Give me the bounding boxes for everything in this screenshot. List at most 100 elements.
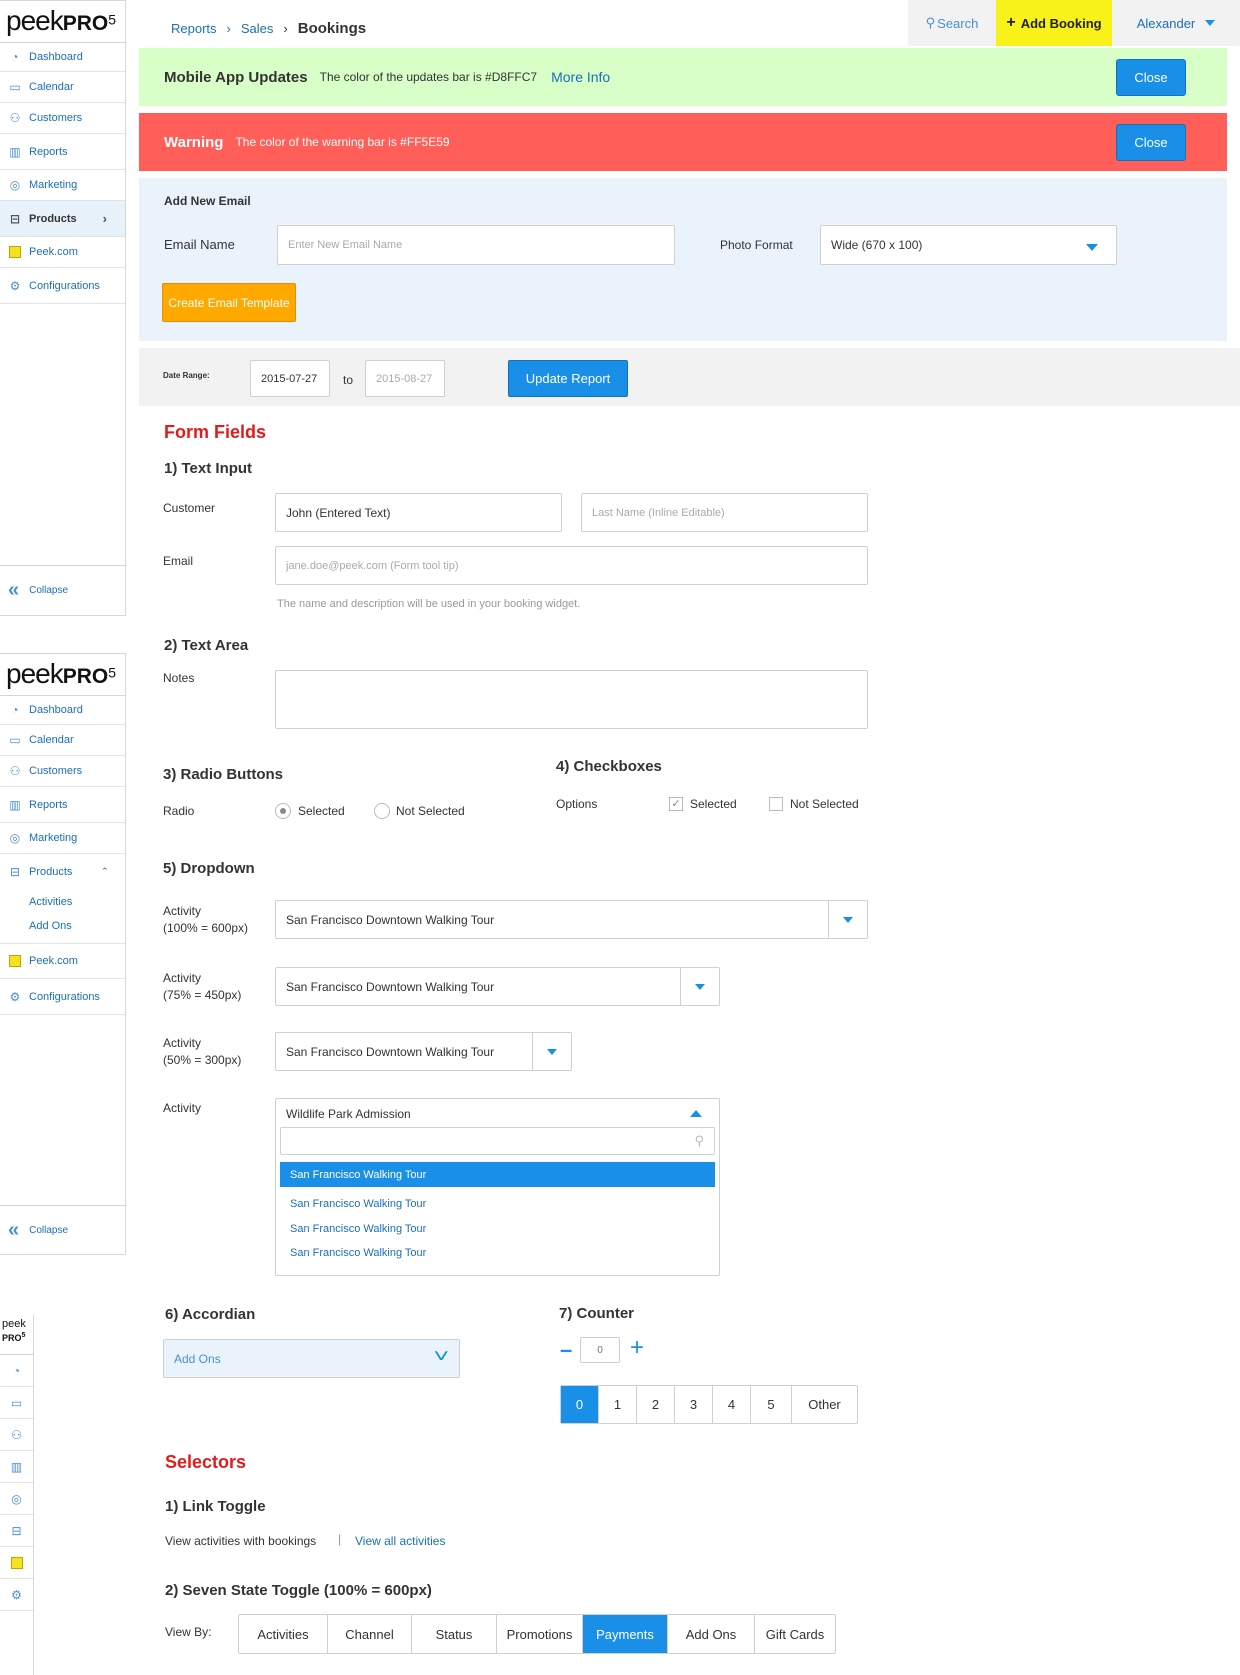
breadcrumb-sales[interactable]: Sales — [241, 21, 274, 36]
counter-option[interactable]: 5 — [751, 1386, 792, 1423]
counter-option[interactable]: 1 — [599, 1386, 637, 1423]
dropdown-option[interactable]: San Francisco Walking Tour — [280, 1216, 715, 1241]
peek-pro-logo[interactable]: peekPRO5 — [0, 654, 125, 696]
products-icon[interactable]: ⊟ — [0, 1515, 33, 1547]
email-label: Email — [163, 554, 194, 568]
decrement-button[interactable]: – — [560, 1337, 572, 1363]
reports-icon[interactable]: ▥ — [0, 1451, 33, 1483]
notes-label: Notes — [163, 671, 195, 685]
caret-up-icon — [690, 1110, 702, 1117]
dropdown-option[interactable]: San Francisco Walking Tour — [280, 1191, 715, 1216]
activity-dropdown-50[interactable]: San Francisco Downtown Walking Tour — [275, 1032, 572, 1071]
toggle-add-ons[interactable]: Add Ons — [668, 1615, 755, 1653]
sidebar-item-peek-com[interactable]: Peek.com — [0, 237, 125, 268]
toggle-promotions[interactable]: Promotions — [497, 1615, 583, 1653]
close-updates-button[interactable]: Close — [1116, 59, 1186, 96]
peek-com-icon[interactable] — [0, 1547, 33, 1579]
warning-title: Warning — [164, 133, 224, 151]
dashboard-icon[interactable]: ◔ — [0, 1355, 33, 1387]
notes-textarea[interactable] — [275, 670, 868, 729]
sidebar-item-calendar[interactable]: ▭ Calendar — [0, 725, 125, 756]
chevron-right-icon: › — [283, 21, 288, 36]
gear-icon[interactable]: ⚙ — [0, 1579, 33, 1611]
close-warning-button[interactable]: Close — [1116, 124, 1186, 161]
sidebar-item-dashboard[interactable]: ◔ Dashboard — [0, 696, 125, 725]
sidebar-item-configurations[interactable]: ⚙ Configurations — [0, 268, 125, 304]
warning-bar: Warning The color of the warning bar is … — [139, 113, 1227, 171]
radio-selected[interactable] — [275, 803, 291, 819]
create-email-template-button[interactable]: Create Email Template — [162, 283, 296, 322]
toggle-gift-cards[interactable]: Gift Cards — [755, 1615, 835, 1653]
date-from-input[interactable]: 2015-07-27 — [250, 360, 330, 397]
increment-button[interactable]: + — [630, 1334, 644, 1362]
toggle-channel[interactable]: Channel — [328, 1615, 412, 1653]
peek-pro-logo[interactable]: peekPRO5 — [0, 1, 125, 43]
view-all-activities-link[interactable]: View all activities — [355, 1534, 445, 1548]
sidebar-item-configurations[interactable]: ⚙ Configurations — [0, 979, 125, 1015]
marketing-icon[interactable]: ◎ — [0, 1483, 33, 1515]
caret-down-icon — [1086, 244, 1098, 251]
search-button[interactable]: ⚲ Search — [908, 0, 996, 46]
sidebar-item-marketing[interactable]: ◎ Marketing — [0, 170, 125, 201]
sidebar-item-calendar[interactable]: ▭ Calendar — [0, 72, 125, 103]
counter-option[interactable]: 4 — [713, 1386, 751, 1423]
date-to-input[interactable]: 2015-08-27 — [365, 360, 445, 397]
counter-input[interactable]: 0 — [580, 1337, 620, 1363]
peek-pro-logo[interactable]: peekPRO5 — [0, 1315, 33, 1355]
sidebar-item-dashboard[interactable]: ◔ Dashboard — [0, 43, 125, 72]
sidebar-item-products[interactable]: ⊟ Products ˆ — [0, 854, 125, 890]
activity-dropdown-open[interactable]: Wildlife Park Admission ⚲ San Francisco … — [275, 1098, 720, 1276]
sidebar-item-reports[interactable]: ▥ Reports — [0, 134, 125, 170]
sidebar-item-peek-com[interactable]: Peek.com — [0, 944, 125, 979]
collapse-button[interactable]: «Collapse — [0, 1205, 125, 1255]
toggle-payments[interactable]: Payments — [583, 1615, 668, 1653]
reports-icon: ▥ — [9, 144, 21, 159]
toggle-activities[interactable]: Activities — [239, 1615, 328, 1653]
updates-message: The color of the updates bar is #D8FFC7 — [319, 70, 538, 84]
customers-icon[interactable]: ⚇ — [0, 1419, 33, 1451]
dropdown-option[interactable]: San Francisco Walking Tour — [280, 1240, 715, 1265]
dropdown-option[interactable]: San Francisco Walking Tour — [280, 1162, 715, 1187]
sidebar-item-products[interactable]: ⊟ Products › — [0, 201, 125, 237]
sidebar-item-customers[interactable]: ⚇ Customers — [0, 756, 125, 787]
radio-not-selected[interactable] — [374, 803, 390, 819]
last-name-input[interactable]: Last Name (Inline Editable) — [581, 493, 868, 532]
search-icon: ⚲ — [694, 1133, 704, 1148]
sidebar-item-marketing[interactable]: ◎ Marketing — [0, 823, 125, 854]
search-icon: ⚲ — [925, 15, 936, 30]
photo-format-select[interactable]: Wide (670 x 100) — [820, 225, 1117, 265]
update-report-button[interactable]: Update Report — [508, 360, 628, 397]
date-to-label: to — [343, 373, 354, 387]
sidebar-item-reports[interactable]: ▥ Reports — [0, 787, 125, 823]
counter-option[interactable]: 3 — [675, 1386, 713, 1423]
dropdown-title: 5) Dropdown — [163, 860, 255, 877]
more-info-link[interactable]: More Info — [551, 69, 610, 85]
sidebar-subitem-activities[interactable]: Activities — [0, 890, 125, 914]
sidebar-subitem-add-ons[interactable]: Add Ons — [0, 914, 125, 944]
activity-label-open: Activity — [163, 1101, 202, 1115]
dropdown-search-input[interactable]: ⚲ — [280, 1127, 715, 1155]
checkbox-selected[interactable]: ✓ — [669, 797, 683, 811]
collapse-button[interactable]: «Collapse — [0, 565, 125, 615]
email-input[interactable]: jane.doe@peek.com (Form tool tip) — [275, 546, 868, 585]
counter-option[interactable]: 2 — [637, 1386, 675, 1423]
counter-option[interactable]: Other — [792, 1386, 857, 1423]
sidebar-collapsed: peek PRO5 ◔ ▭ ⚇ ▥ ◎ ⊟ ⚙ — [0, 1315, 34, 1675]
breadcrumb-reports[interactable]: Reports — [171, 21, 217, 36]
activity-dropdown-75[interactable]: San Francisco Downtown Walking Tour — [275, 967, 720, 1006]
calendar-icon[interactable]: ▭ — [0, 1387, 33, 1419]
add-ons-accordion[interactable]: Add Ons ˅ — [163, 1339, 460, 1378]
sidebar-item-customers[interactable]: ⚇ Customers — [0, 103, 125, 134]
user-menu[interactable]: Alexander — [1112, 0, 1240, 46]
customer-label: Customer — [163, 501, 216, 515]
updates-title: Mobile App Updates — [164, 68, 308, 86]
caret-down-icon — [695, 983, 705, 990]
accordion-title: 6) Accordian — [165, 1306, 256, 1323]
counter-option[interactable]: 0 — [561, 1386, 599, 1423]
email-name-input[interactable]: Enter New Email Name — [277, 225, 675, 265]
activity-dropdown-100[interactable]: San Francisco Downtown Walking Tour — [275, 900, 868, 939]
first-name-input[interactable]: John (Entered Text) — [275, 493, 562, 532]
add-booking-button[interactable]: + Add Booking — [996, 0, 1112, 46]
checkbox-not-selected[interactable] — [769, 797, 783, 811]
toggle-status[interactable]: Status — [412, 1615, 497, 1653]
